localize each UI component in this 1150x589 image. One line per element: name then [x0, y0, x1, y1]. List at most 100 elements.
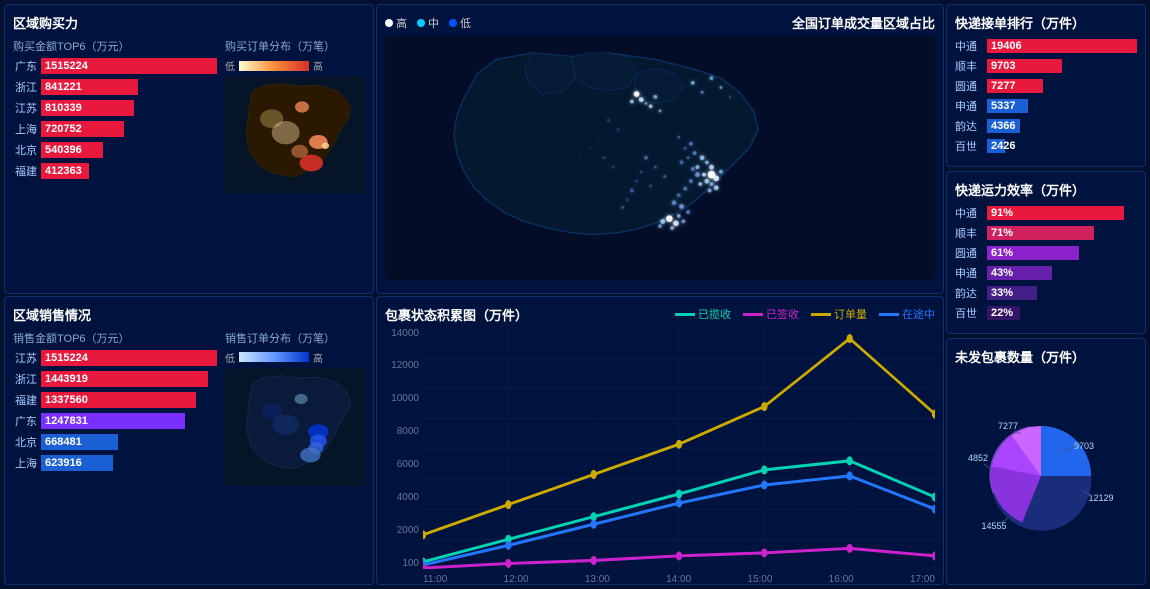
legend-signed: 已签收: [743, 306, 799, 322]
x-label-14: 14:00: [666, 574, 691, 585]
y-label-10000: 10000: [385, 393, 419, 404]
bar-label: 广东: [13, 58, 37, 74]
rank-bar-fill: 9703: [987, 59, 1062, 73]
x-label-17: 17:00: [910, 574, 935, 585]
ranking-bar-row: 顺丰 9703: [955, 58, 1137, 74]
selling-value-subtitle: 销售金额TOP6（万元）: [13, 330, 217, 346]
pie-label-4852: 4852: [968, 453, 988, 463]
rank-bar-container: 2426: [987, 139, 1137, 153]
bar-label: 浙江: [13, 79, 37, 95]
pie-chart-svg: 9703 12129 14555 4852 7277: [966, 411, 1126, 541]
bar-fill: 1247831: [41, 413, 185, 429]
bar-label: 北京: [13, 142, 37, 158]
eff-bar-container: 43%: [987, 266, 1137, 280]
y-label-6000: 6000: [385, 459, 419, 470]
eff-bar-container: 33%: [987, 286, 1137, 300]
buying-bar-row: 江苏 810339: [13, 100, 217, 116]
pie-label-7277: 7277: [998, 421, 1018, 431]
ranking-bar-row: 申通 5337: [955, 98, 1137, 114]
map-legend-mid: 中: [417, 15, 439, 31]
chart-legend: 已揽收 已签收 订单量 在途中: [675, 306, 935, 322]
eff-label: 百世: [955, 305, 983, 321]
buying-value-subtitle: 购买金额TOP6（万元）: [13, 38, 217, 54]
buying-legend-low: 低: [225, 58, 235, 73]
selling-legend-low: 低: [225, 350, 235, 365]
selling-panel: 区域销售情况 销售金额TOP6（万元） 江苏 1515224 浙江 144391…: [4, 296, 374, 586]
ranking-bar-row: 圆通 7277: [955, 78, 1137, 94]
eff-bar-container: 71%: [987, 226, 1137, 240]
eff-bar-fill: 91%: [987, 206, 1124, 220]
right-column: 快递接单排行（万件） 中通 19406 顺丰 9703 圆通 7277 申通 5…: [946, 4, 1146, 585]
selling-bar-row: 北京 668481: [13, 434, 217, 450]
selling-map: [225, 367, 365, 487]
y-label-2000: 2000: [385, 525, 419, 536]
bar-container: 720752: [41, 121, 217, 137]
bar-container: 412363: [41, 163, 217, 179]
eff-bar-fill: 71%: [987, 226, 1094, 240]
rank-label: 中通: [955, 38, 983, 54]
selling-bar-row: 浙江 1443919: [13, 371, 217, 387]
rank-bar-fill: 2426: [987, 139, 1005, 153]
y-label-8000: 8000: [385, 426, 419, 437]
efficiency-bar-row: 申通 43%: [955, 265, 1137, 281]
bar-container: 1337560: [41, 392, 217, 408]
selling-title: 区域销售情况: [13, 305, 365, 324]
rank-label: 韵达: [955, 118, 983, 134]
bar-container: 1247831: [41, 413, 217, 429]
rank-bar-container: 19406: [987, 39, 1137, 53]
eff-bar-container: 91%: [987, 206, 1137, 220]
bar-fill: 540396: [41, 142, 103, 158]
bar-label: 北京: [13, 434, 37, 450]
buying-map: [225, 75, 365, 195]
rank-bar-fill: 7277: [987, 79, 1043, 93]
eff-bar-container: 22%: [987, 306, 1137, 320]
selling-order-subtitle: 销售订单分布（万笔）: [225, 330, 365, 346]
selling-bar-row: 广东 1247831: [13, 413, 217, 429]
ranking-bar-row: 韵达 4366: [955, 118, 1137, 134]
map-legend-low: 低: [449, 15, 471, 31]
rank-bar-container: 9703: [987, 59, 1137, 73]
selling-bar-row: 上海 623916: [13, 455, 217, 471]
ranking-bar-row: 百世 2426: [955, 138, 1137, 154]
ranking-title: 快递接单排行（万件）: [955, 13, 1137, 32]
bar-fill: 412363: [41, 163, 89, 179]
bar-fill: 1515224: [41, 58, 217, 74]
eff-label: 韵达: [955, 285, 983, 301]
unshipped-title: 未发包裹数量（万件）: [955, 347, 1137, 366]
bar-container: 540396: [41, 142, 217, 158]
bar-fill: 1515224: [41, 350, 217, 366]
x-label-12: 12:00: [504, 574, 529, 585]
y-label-12000: 12000: [385, 360, 419, 371]
bar-fill: 841221: [41, 79, 138, 95]
buying-bar-row: 北京 540396: [13, 142, 217, 158]
efficiency-bar-row: 百世 22%: [955, 305, 1137, 321]
efficiency-title: 快递运力效率（万件）: [955, 180, 1137, 199]
bar-container: 841221: [41, 79, 217, 95]
buying-legend-high: 高: [313, 58, 323, 73]
bar-fill: 668481: [41, 434, 118, 450]
selling-bar-row: 福建 1337560: [13, 392, 217, 408]
ranking-bar-row: 中通 19406: [955, 38, 1137, 54]
buying-bar-row: 福建 412363: [13, 163, 217, 179]
national-map-svg: [385, 36, 935, 280]
eff-bar-fill: 61%: [987, 246, 1079, 260]
efficiency-bar-row: 顺丰 71%: [955, 225, 1137, 241]
eff-bar-fill: 33%: [987, 286, 1037, 300]
chart-panel: 包裹状态积累图（万件） 已揽收 已签收 订单量 在途中: [376, 296, 944, 586]
bar-container: 668481: [41, 434, 217, 450]
eff-bar-fill: 43%: [987, 266, 1052, 280]
bar-fill: 1443919: [41, 371, 208, 387]
efficiency-bar-row: 韵达 33%: [955, 285, 1137, 301]
bar-label: 上海: [13, 455, 37, 471]
pie-label-14555: 14555: [981, 521, 1006, 531]
rank-bar-container: 4366: [987, 119, 1137, 133]
bar-label: 江苏: [13, 100, 37, 116]
selling-legend-high: 高: [313, 350, 323, 365]
bar-fill: 720752: [41, 121, 124, 137]
bar-label: 上海: [13, 121, 37, 137]
rank-label: 百世: [955, 138, 983, 154]
buying-bar-row: 浙江 841221: [13, 79, 217, 95]
legend-order: 订单量: [811, 306, 867, 322]
selling-bar-row: 江苏 1515224: [13, 350, 217, 366]
bar-container: 1515224: [41, 58, 217, 74]
